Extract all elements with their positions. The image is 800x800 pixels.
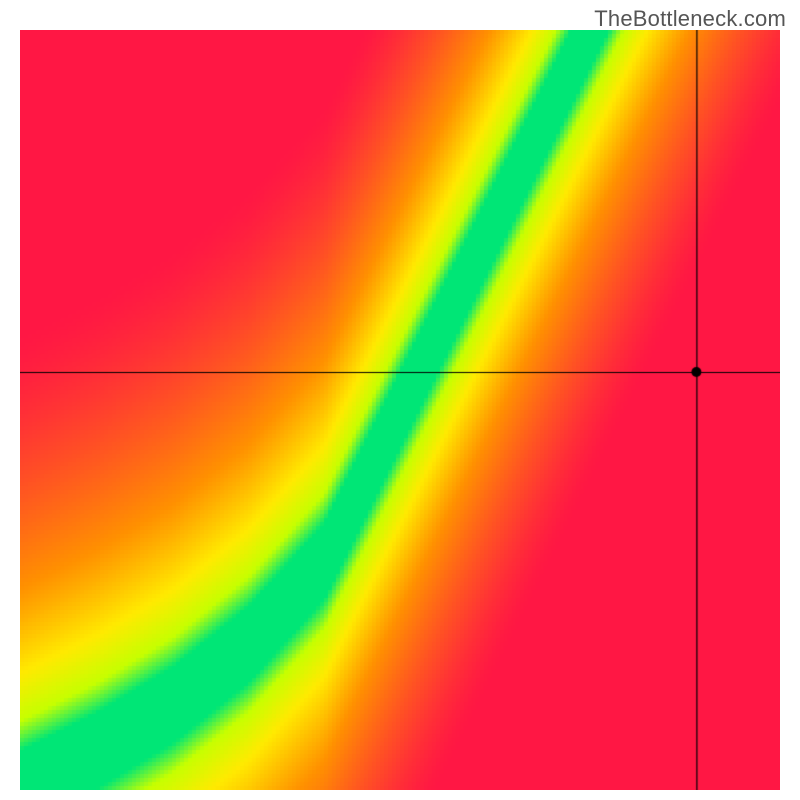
bottleneck-heatmap [20, 30, 780, 790]
watermark-text: TheBottleneck.com [594, 6, 786, 32]
